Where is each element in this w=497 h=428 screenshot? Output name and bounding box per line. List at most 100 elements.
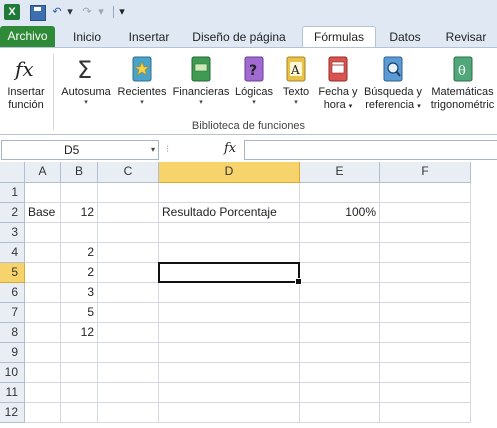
tab-insertar[interactable]: Insertar [120, 28, 178, 47]
row-header-9[interactable]: 9 [0, 343, 25, 363]
cell-d1[interactable] [159, 183, 300, 203]
cell-f11[interactable] [380, 383, 471, 403]
autosum-button[interactable]: Σ Autosuma ▾ [58, 52, 114, 118]
cell-e3[interactable] [300, 223, 380, 243]
cell-b3[interactable] [61, 223, 98, 243]
cell-d4[interactable] [159, 243, 300, 263]
cell-b1[interactable] [61, 183, 98, 203]
cell-d9[interactable] [159, 343, 300, 363]
cell-d8[interactable] [159, 323, 300, 343]
cell-d12[interactable] [159, 403, 300, 423]
active-cell-selection[interactable] [158, 262, 302, 285]
row-header-1[interactable]: 1 [0, 183, 25, 203]
cell-a2[interactable]: Base [25, 203, 61, 223]
cell-e7[interactable] [300, 303, 380, 323]
cell-a7[interactable] [25, 303, 61, 323]
undo-icon[interactable]: ↶ [50, 4, 64, 20]
tab-datos[interactable]: Datos [380, 28, 430, 47]
cell-c6[interactable] [98, 283, 159, 303]
cell-c10[interactable] [98, 363, 159, 383]
cell-e10[interactable] [300, 363, 380, 383]
cell-b8[interactable]: 12 [61, 323, 98, 343]
cell-e5[interactable] [300, 263, 380, 283]
cell-b9[interactable] [61, 343, 98, 363]
cell-b6[interactable]: 3 [61, 283, 98, 303]
cell-d10[interactable] [159, 363, 300, 383]
cell-c9[interactable] [98, 343, 159, 363]
cell-e4[interactable] [300, 243, 380, 263]
excel-app-icon[interactable]: X [4, 4, 20, 20]
cell-a9[interactable] [25, 343, 61, 363]
logical-button[interactable]: ? Lógicas ▾ [233, 52, 275, 118]
cell-a12[interactable] [25, 403, 61, 423]
cell-b4[interactable]: 2 [61, 243, 98, 263]
cell-a3[interactable] [25, 223, 61, 243]
lookup-reference-button[interactable]: Búsqueda y referencia ▾ [360, 52, 426, 118]
cell-b2[interactable]: 12 [61, 203, 98, 223]
cell-a4[interactable] [25, 243, 61, 263]
cell-d2[interactable]: Resultado Porcentaje [159, 203, 300, 223]
redo-dropdown-icon[interactable]: ▾ [97, 4, 105, 20]
cell-c2[interactable] [98, 203, 159, 223]
tab-inicio[interactable]: Inicio [62, 28, 112, 47]
cell-b12[interactable] [61, 403, 98, 423]
customize-toolbar-icon[interactable]: ▾ [118, 4, 126, 20]
insert-function-button[interactable]: fx Insertar función [2, 52, 50, 118]
undo-dropdown-icon[interactable]: ▾ [66, 4, 74, 20]
cell-e6[interactable] [300, 283, 380, 303]
cell-f12[interactable] [380, 403, 471, 423]
cell-a1[interactable] [25, 183, 61, 203]
cell-d7[interactable] [159, 303, 300, 323]
text-button[interactable]: A Texto ▾ [277, 52, 315, 118]
cell-a11[interactable] [25, 383, 61, 403]
cell-d6[interactable] [159, 283, 300, 303]
row-header-3[interactable]: 3 [0, 223, 25, 243]
cell-d11[interactable] [159, 383, 300, 403]
cell-c1[interactable] [98, 183, 159, 203]
recent-button[interactable]: Recientes ▾ [115, 52, 169, 118]
cell-e12[interactable] [300, 403, 380, 423]
row-header-10[interactable]: 10 [0, 363, 25, 383]
cell-c7[interactable] [98, 303, 159, 323]
cell-e9[interactable] [300, 343, 380, 363]
cell-c12[interactable] [98, 403, 159, 423]
tab-diseno-de-pagina[interactable]: Diseño de página [186, 28, 292, 47]
cell-c4[interactable] [98, 243, 159, 263]
cell-c3[interactable] [98, 223, 159, 243]
cell-f3[interactable] [380, 223, 471, 243]
cell-e8[interactable] [300, 323, 380, 343]
row-header-4[interactable]: 4 [0, 243, 25, 263]
row-header-7[interactable]: 7 [0, 303, 25, 323]
cell-a10[interactable] [25, 363, 61, 383]
cell-c11[interactable] [98, 383, 159, 403]
name-box[interactable]: D5 ▾ [1, 140, 159, 160]
column-header-b[interactable]: B [61, 162, 98, 183]
cell-f10[interactable] [380, 363, 471, 383]
cell-f6[interactable] [380, 283, 471, 303]
cell-b7[interactable]: 5 [61, 303, 98, 323]
insert-function-fx-icon[interactable]: fx [224, 141, 236, 156]
cell-f4[interactable] [380, 243, 471, 263]
row-header-6[interactable]: 6 [0, 283, 25, 303]
column-header-f[interactable]: F [380, 162, 471, 183]
cell-b5[interactable]: 2 [61, 263, 98, 283]
cell-a6[interactable] [25, 283, 61, 303]
column-header-c[interactable]: C [98, 162, 159, 183]
cell-e2[interactable]: 100% [300, 203, 380, 223]
cell-a5[interactable] [25, 263, 61, 283]
cell-b10[interactable] [61, 363, 98, 383]
save-icon[interactable] [30, 5, 46, 21]
row-header-12[interactable]: 12 [0, 403, 25, 423]
cell-f1[interactable] [380, 183, 471, 203]
cell-c8[interactable] [98, 323, 159, 343]
redo-icon[interactable]: ↷ [80, 4, 94, 20]
cell-f5[interactable] [380, 263, 471, 283]
chevron-down-icon[interactable]: ▾ [151, 141, 155, 159]
cell-c5[interactable] [98, 263, 159, 283]
tab-revisar[interactable]: Revisar [438, 28, 494, 47]
math-trig-button[interactable]: θ Matemáticas trigonométric [428, 52, 497, 118]
column-header-a[interactable]: A [25, 162, 61, 183]
tab-archivo[interactable]: Archivo [0, 26, 55, 47]
select-all-corner[interactable] [0, 162, 25, 183]
cell-e1[interactable] [300, 183, 380, 203]
